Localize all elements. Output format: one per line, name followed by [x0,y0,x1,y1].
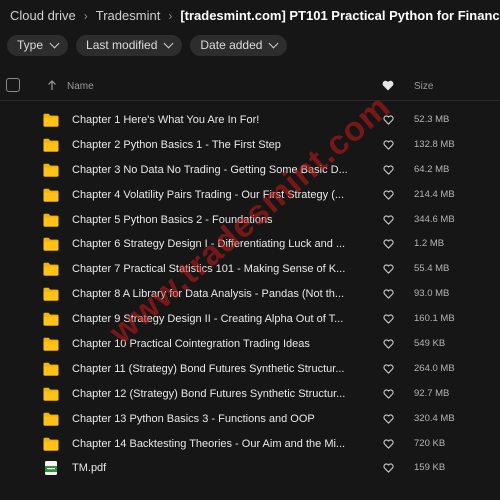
file-name[interactable]: Chapter 12 (Strategy) Bond Futures Synth… [72,387,362,401]
file-name[interactable]: Chapter 5 Python Basics 2 - Foundations [72,213,362,227]
size-column-header[interactable]: Size [414,81,433,92]
folder-icon [43,337,59,351]
list-item[interactable]: Chapter 9 Strategy Design II - Creating … [0,307,500,332]
table-header: Name Size [0,72,500,101]
filter-bar: Type Last modified Date added [7,35,288,57]
file-name[interactable]: Chapter 14 Backtesting Theories - Our Ai… [72,437,362,451]
file-size: 320.4 MB [414,412,455,424]
file-size: 52.3 MB [414,114,450,125]
select-all-checkbox[interactable] [6,78,20,92]
file-list: Chapter 1 Here's What You Are In For! 52.… [0,108,500,481]
type-filter-label: Type [17,38,44,52]
file-name[interactable]: Chapter 9 Strategy Design II - Creating … [72,312,362,326]
heart-outline-icon[interactable] [383,414,394,424]
last-modified-filter[interactable]: Last modified [76,35,183,56]
breadcrumb: Cloud drive › Tradesmint › [tradesmint.com] … [10,7,500,25]
type-filter[interactable]: Type [7,35,69,56]
file-name[interactable]: Chapter 8 A Library for Data Analysis - … [72,287,362,301]
heart-outline-icon[interactable] [383,289,394,299]
breadcrumb-cloud-drive[interactable]: Cloud drive [10,8,76,23]
heart-outline-icon[interactable] [383,140,394,150]
folder-icon [43,138,59,152]
date-added-filter-label: Date added [200,38,263,52]
file-name[interactable]: Chapter 1 Here's What You Are In For! [72,113,362,127]
file-size: 1.2 MB [414,238,445,250]
chevron-down-icon [49,38,60,49]
heart-outline-icon[interactable] [383,438,394,449]
list-item[interactable]: Chapter 2 Python Basics 1 - The First St… [0,133,500,158]
folder-icon [43,362,59,376]
folder-icon [43,437,59,451]
list-item[interactable]: Chapter 10 Practical Cointegration Tradi… [0,332,500,357]
breadcrumb-separator: › [83,9,88,23]
file-size: 55.4 MB [414,263,450,275]
heart-outline-icon[interactable] [383,214,394,225]
list-item[interactable]: Chapter 7 Practical Statistics 101 - Mak… [0,257,500,282]
file-size: 264.0 MB [414,362,455,374]
file-name[interactable]: Chapter 4 Volatility Pairs Trading - Our… [72,188,362,202]
date-added-filter[interactable]: Date added [190,35,288,56]
file-size: 92.7 MB [414,387,450,399]
list-item[interactable]: Chapter 8 A Library for Data Analysis - … [0,282,500,307]
heart-outline-icon[interactable] [383,165,394,175]
chevron-down-icon [269,38,279,49]
file-size: 160.1 MB [414,313,455,325]
file-name[interactable]: TM.pdf [72,461,362,475]
file-size: 64.2 MB [414,163,450,175]
list-item[interactable]: Chapter 1 Here's What You Are In For! 52.… [0,108,500,133]
file-size: 159 KB [414,462,446,474]
list-item[interactable]: Chapter 3 No Data No Trading - Getting S… [0,158,500,183]
heart-filled-icon[interactable] [382,80,394,91]
folder-icon [43,387,59,401]
file-name[interactable]: Chapter 2 Python Basics 1 - The First St… [72,138,362,152]
folder-icon [43,213,59,227]
heart-outline-icon[interactable] [383,115,394,125]
file-name[interactable]: Chapter 11 (Strategy) Bond Futures Synth… [72,362,362,376]
folder-icon [43,238,59,252]
breadcrumb-current-folder: [tradesmint.com] PT101 Practical Python … [180,8,500,23]
file-name[interactable]: Chapter 10 Practical Cointegration Tradi… [72,337,362,351]
list-item[interactable]: Chapter 14 Backtesting Theories - Our Ai… [0,432,500,457]
heart-outline-icon[interactable] [383,190,394,200]
file-size: 93.0 MB [414,288,450,300]
file-size: 549 KB [414,338,446,350]
folder-icon [43,412,59,426]
list-item[interactable]: Chapter 12 (Strategy) Bond Futures Synth… [0,382,500,407]
breadcrumb-tradesmint[interactable]: Tradesmint [96,8,161,23]
file-size: 132.8 MB [414,138,455,150]
name-column-header[interactable]: Name [67,81,94,92]
arrow-up-icon[interactable] [47,79,57,91]
folder-icon [43,188,59,202]
heart-outline-icon[interactable] [383,314,394,324]
breadcrumb-separator: › [168,9,173,23]
folder-icon [43,263,59,276]
file-size: 720 KB [414,437,446,449]
heart-outline-icon[interactable] [383,339,394,349]
list-item[interactable]: Chapter 11 (Strategy) Bond Futures Synth… [0,357,500,382]
file-size: 214.4 MB [414,188,455,200]
file-name[interactable]: Chapter 13 Python Basics 3 - Functions a… [72,412,362,426]
heart-outline-icon[interactable] [383,239,394,250]
pdf-file-icon [45,461,57,476]
heart-outline-icon[interactable] [383,463,394,474]
list-item[interactable]: TM.pdf 159 KB [0,456,500,481]
list-item[interactable]: Chapter 5 Python Basics 2 - Foundations 3… [0,208,500,233]
folder-icon [43,312,59,326]
list-item[interactable]: Chapter 6 Strategy Design I - Differenti… [0,232,500,257]
heart-outline-icon[interactable] [383,389,394,399]
heart-outline-icon[interactable] [383,364,394,374]
file-name[interactable]: Chapter 3 No Data No Trading - Getting S… [72,163,362,177]
list-item[interactable]: Chapter 4 Volatility Pairs Trading - Our… [0,183,500,208]
folder-icon [43,163,59,177]
last-modified-filter-label: Last modified [86,38,158,52]
file-name[interactable]: Chapter 6 Strategy Design I - Differenti… [72,237,362,251]
folder-icon [43,113,59,127]
folder-icon [43,288,59,301]
file-size: 344.6 MB [414,213,455,225]
file-name[interactable]: Chapter 7 Practical Statistics 101 - Mak… [72,262,362,276]
chevron-down-icon [163,38,174,49]
heart-outline-icon[interactable] [383,264,394,274]
list-item[interactable]: Chapter 13 Python Basics 3 - Functions a… [0,407,500,432]
